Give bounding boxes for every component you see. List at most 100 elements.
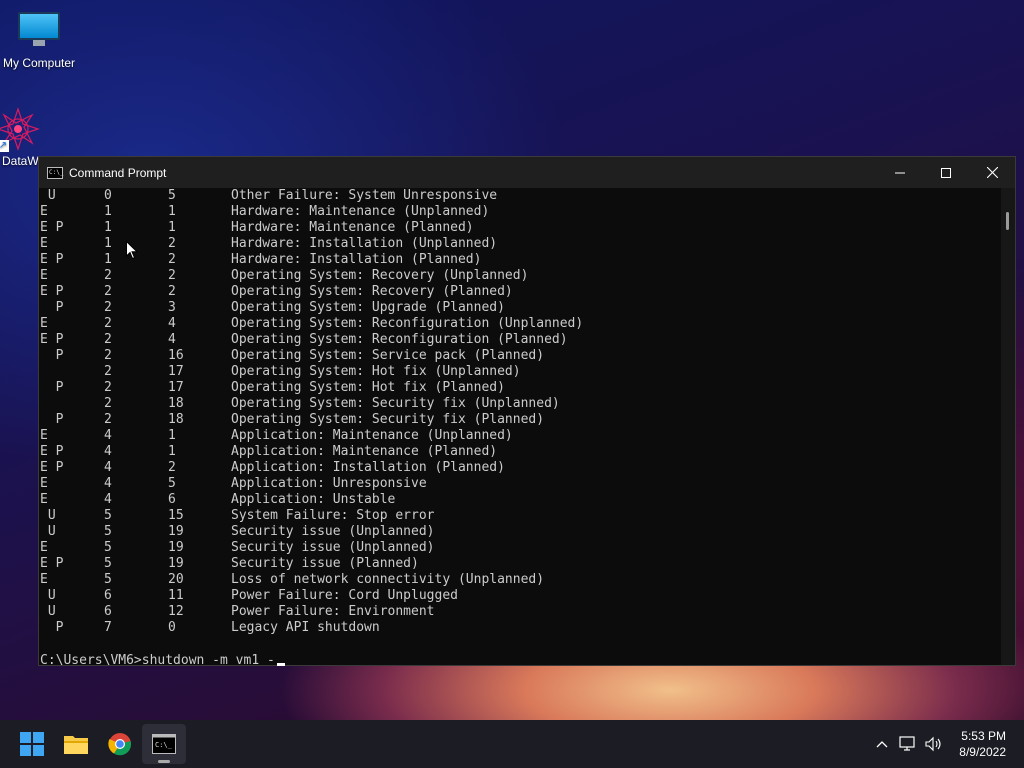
- row-flag: E: [40, 316, 48, 331]
- window-title: Command Prompt: [69, 165, 167, 180]
- row-flag: E: [40, 492, 48, 507]
- table-row: E P 2 2 Operating System: Recovery (Planned…: [39, 284, 1001, 300]
- row-flag: E: [40, 204, 48, 219]
- table-row: P 7 0 Legacy API shutdown: [39, 620, 1001, 636]
- row-description: Hardware: Maintenance (Planned): [231, 220, 474, 235]
- row-minor-code: 3: [168, 300, 176, 315]
- shutdown-reason-table: U 0 5 Other Failure: System Unresponsive E 1 1…: [39, 188, 1001, 636]
- row-major-code: 2: [104, 332, 112, 347]
- row-description: Application: Unstable: [231, 492, 396, 507]
- start-icon: [20, 732, 44, 756]
- volume-button[interactable]: [921, 736, 947, 752]
- file-explorer-button[interactable]: [54, 724, 98, 764]
- desktop-icon-label: My Computer: [2, 56, 76, 70]
- row-description: Application: Installation (Planned): [231, 460, 505, 475]
- row-major-code: 1: [104, 220, 112, 235]
- table-row: P 2 17 Operating System: Hot fix (Planned): [39, 380, 1001, 396]
- row-description: Hardware: Installation (Planned): [231, 252, 482, 267]
- row-description: Operating System: Security fix (Unplanne…: [231, 396, 560, 411]
- chrome-icon: [108, 733, 132, 756]
- row-major-code: 2: [104, 396, 112, 411]
- dataw-app-icon: ↗: [0, 106, 41, 152]
- row-description: Operating System: Reconfiguration (Unpla…: [231, 316, 584, 331]
- row-minor-code: 17: [168, 380, 184, 395]
- row-minor-code: 20: [168, 572, 184, 587]
- row-major-code: 4: [104, 460, 112, 475]
- row-flag: U: [40, 524, 56, 539]
- row-description: Application: Maintenance (Planned): [231, 444, 498, 459]
- row-flag: P: [40, 380, 64, 395]
- row-minor-code: 18: [168, 412, 184, 427]
- row-major-code: 2: [104, 316, 112, 331]
- row-description: Operating System: Hot fix (Unplanned): [231, 364, 521, 379]
- command-prompt-icon: C:\_: [47, 166, 63, 179]
- command-prompt-taskbar-button[interactable]: C:\_: [142, 724, 186, 764]
- desktop-icon-my-computer[interactable]: My Computer: [0, 12, 79, 70]
- row-major-code: 5: [104, 524, 112, 539]
- row-major-code: 5: [104, 508, 112, 523]
- row-flag: E P: [40, 444, 64, 459]
- row-minor-code: 2: [168, 284, 176, 299]
- command-input-text: C:\Users\VM6>shutdown -m vm1 -: [40, 653, 275, 668]
- row-minor-code: 19: [168, 556, 184, 571]
- row-minor-code: 5: [168, 188, 176, 203]
- row-major-code: 1: [104, 236, 112, 251]
- row-flag: E P: [40, 460, 64, 475]
- row-description: Operating System: Security fix (Planned): [231, 412, 545, 427]
- table-row: E P 2 4 Operating System: Reconfiguration (…: [39, 332, 1001, 348]
- row-minor-code: 5: [168, 476, 176, 491]
- minimize-button[interactable]: [877, 157, 923, 188]
- table-row: P 2 3 Operating System: Upgrade (Planned): [39, 300, 1001, 316]
- show-hidden-icons-button[interactable]: [869, 740, 895, 748]
- table-row: U 0 5 Other Failure: System Unresponsive: [39, 188, 1001, 204]
- row-flag: E P: [40, 284, 64, 299]
- command-prompt-line[interactable]: C:\Users\VM6>shutdown -m vm1 -: [40, 653, 285, 669]
- network-button[interactable]: [895, 736, 921, 752]
- row-description: System Failure: Stop error: [231, 508, 435, 523]
- svg-text:C:\_: C:\_: [155, 741, 173, 749]
- row-flag: P: [40, 620, 64, 635]
- system-tray: 5:53 PM 8/9/2022: [869, 720, 1024, 768]
- row-flag: E: [40, 476, 48, 491]
- row-flag: P: [40, 300, 64, 315]
- row-description: Operating System: Upgrade (Planned): [231, 300, 505, 315]
- row-minor-code: 4: [168, 332, 176, 347]
- start-button[interactable]: [10, 724, 54, 764]
- taskbar-clock[interactable]: 5:53 PM 8/9/2022: [947, 728, 1024, 760]
- scrollbar-thumb[interactable]: [1006, 212, 1009, 230]
- window-titlebar[interactable]: C:\_ Command Prompt: [39, 157, 1015, 188]
- row-major-code: 4: [104, 476, 112, 491]
- row-minor-code: 19: [168, 540, 184, 555]
- table-row: U 6 11 Power Failure: Cord Unplugged: [39, 588, 1001, 604]
- minimize-icon: [895, 172, 905, 173]
- row-minor-code: 4: [168, 316, 176, 331]
- row-minor-code: 1: [168, 428, 176, 443]
- table-row: 2 18 Operating System: Security fix (Unpla…: [39, 396, 1001, 412]
- chevron-up-icon: [876, 741, 888, 748]
- table-row: E P 1 2 Hardware: Installation (Planned): [39, 252, 1001, 268]
- table-row: E 4 1 Application: Maintenance (Unplanned): [39, 428, 1001, 444]
- chrome-button[interactable]: [98, 724, 142, 764]
- table-row: 2 17 Operating System: Hot fix (Unplanned): [39, 364, 1001, 380]
- console-output[interactable]: U 0 5 Other Failure: System Unresponsive E 1 1…: [39, 188, 1001, 668]
- table-row: E P 1 1 Hardware: Maintenance (Planned): [39, 220, 1001, 236]
- row-description: Security issue (Planned): [231, 556, 419, 571]
- row-flag: E: [40, 540, 48, 555]
- row-major-code: 2: [104, 364, 112, 379]
- row-description: Application: Maintenance (Unplanned): [231, 428, 513, 443]
- row-minor-code: 16: [168, 348, 184, 363]
- row-major-code: 4: [104, 428, 112, 443]
- row-minor-code: 1: [168, 220, 176, 235]
- row-flag: E: [40, 236, 48, 251]
- command-prompt-window[interactable]: C:\_ Command Prompt U 0 5 Other Failure: Sy…: [38, 156, 1016, 668]
- table-row: U 5 19 Security issue (Unplanned): [39, 524, 1001, 540]
- table-row: E P 5 19 Security issue (Planned): [39, 556, 1001, 572]
- row-flag: E P: [40, 252, 64, 267]
- row-major-code: 2: [104, 348, 112, 363]
- network-icon: [899, 736, 915, 751]
- row-flag: U: [40, 604, 56, 619]
- maximize-button[interactable]: [923, 157, 969, 188]
- close-button[interactable]: [969, 157, 1015, 188]
- table-row: P 2 18 Operating System: Security fix (Plan…: [39, 412, 1001, 428]
- vertical-scrollbar[interactable]: [1001, 188, 1015, 665]
